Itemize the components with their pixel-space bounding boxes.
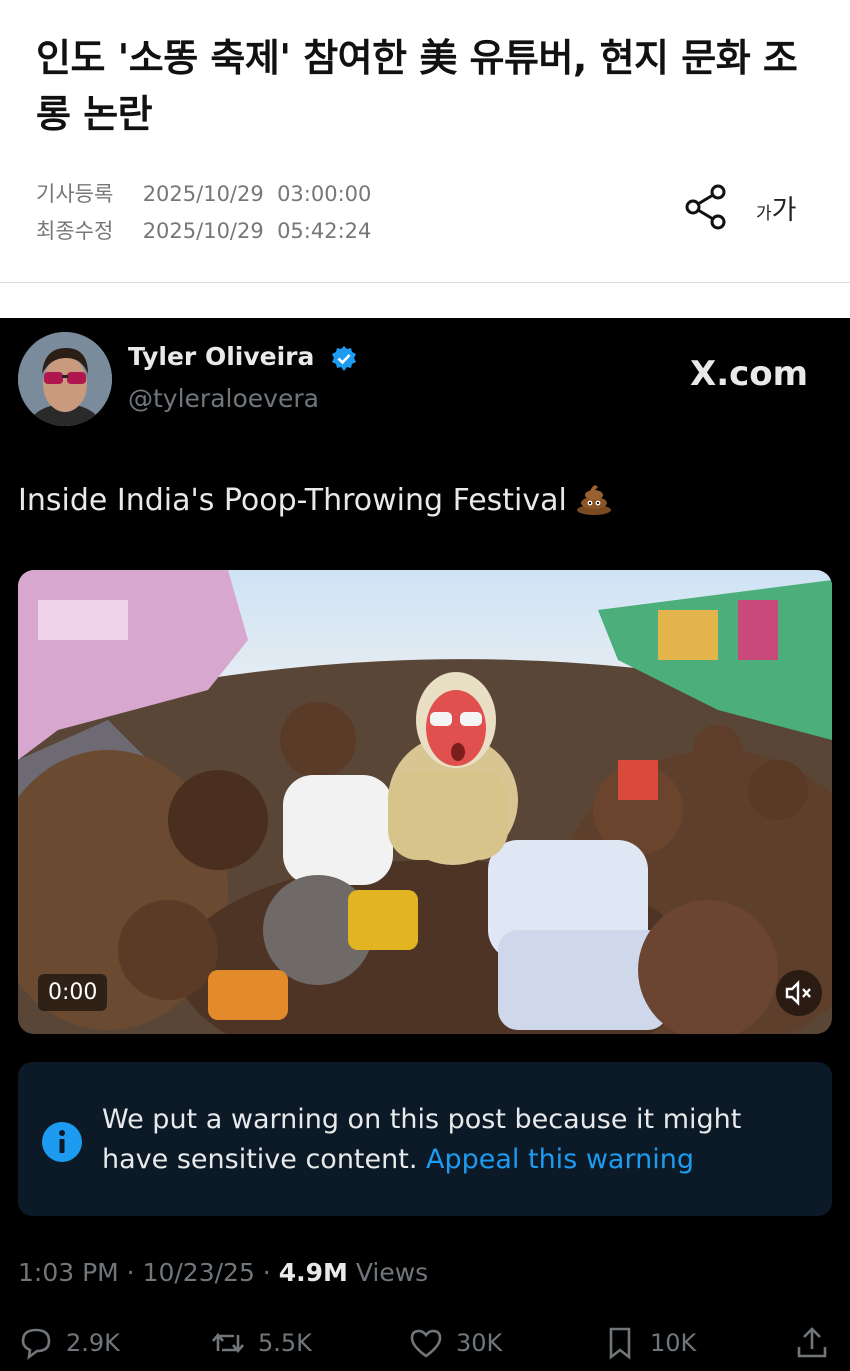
mute-button[interactable] xyxy=(776,970,822,1016)
font-size-small-glyph: 가 xyxy=(756,204,772,224)
upload-icon xyxy=(797,1327,827,1358)
tweet-timestamp[interactable]: 1:03 PM · 10/23/25 · xyxy=(18,1258,279,1287)
tweet-stats: 1:03 PM · 10/23/25 · 4.9M Views xyxy=(18,1258,428,1287)
reply-count: 2.9K xyxy=(66,1329,120,1357)
mute-icon xyxy=(785,980,811,1006)
like-count: 30K xyxy=(456,1329,503,1357)
like-button[interactable]: 30K xyxy=(408,1318,502,1368)
like-icon xyxy=(410,1329,442,1358)
views-label: Views xyxy=(347,1258,429,1287)
modified-value: 2025/10/29 05:42:24 xyxy=(142,219,372,243)
tweet-text: Inside India's Poop-Throwing Festival xyxy=(18,480,613,518)
bookmark-count: 10K xyxy=(650,1329,697,1357)
sensitive-content-warning: We put a warning on this post because it… xyxy=(18,1062,832,1216)
article-headline: 인도 '소똥 축제' 참여한 美 유튜버, 현지 문화 조롱 논란 xyxy=(36,36,798,136)
source-label: X.com xyxy=(690,354,809,394)
video-thumbnail xyxy=(18,570,832,1034)
modified-date-row: 최종수정 2025/10/29 05:42:24 xyxy=(36,215,371,245)
registered-value: 2025/10/29 03:00:00 xyxy=(142,182,372,206)
warning-text: We put a warning on this post because it… xyxy=(102,1100,802,1180)
modified-label: 최종수정 xyxy=(36,219,114,243)
registered-label: 기사등록 xyxy=(36,182,114,206)
verified-badge-icon xyxy=(332,346,356,371)
repost-icon xyxy=(212,1332,244,1354)
avatar[interactable] xyxy=(18,332,112,426)
author-handle[interactable]: @tyleraloevera xyxy=(128,384,319,413)
video-timecode: 0:00 xyxy=(38,974,108,1011)
views-count: 4.9M xyxy=(278,1258,348,1287)
info-icon xyxy=(42,1122,82,1162)
repost-count: 5.5K xyxy=(258,1329,312,1357)
tweet-card: Tyler Oliveira @tyleraloevera X.com Insi… xyxy=(0,318,850,1371)
repost-button[interactable]: 5.5K xyxy=(210,1318,312,1368)
bookmark-button[interactable]: 10K xyxy=(602,1318,696,1368)
font-size-big-glyph: 가 xyxy=(771,195,797,226)
reply-icon xyxy=(21,1328,51,1360)
video-player[interactable]: 0:00 xyxy=(18,570,832,1034)
tweet-actions: 2.9K 5.5K 30K 10K xyxy=(18,1318,838,1368)
font-size-button[interactable]: 가가 xyxy=(756,188,796,227)
appeal-warning-link[interactable]: Appeal this warning xyxy=(426,1144,694,1175)
share-icon[interactable] xyxy=(684,184,730,230)
tweet-text-content: Inside India's Poop-Throwing Festival xyxy=(18,483,567,518)
registered-date-row: 기사등록 2025/10/29 03:00:00 xyxy=(36,178,371,208)
article-header: 인도 '소똥 축제' 참여한 美 유튜버, 현지 문화 조롱 논란 기사등록 2… xyxy=(0,0,850,283)
bookmark-icon xyxy=(609,1327,631,1360)
poop-emoji-icon xyxy=(576,485,611,515)
author-name[interactable]: Tyler Oliveira xyxy=(128,342,314,371)
share-post-button[interactable] xyxy=(794,1318,830,1368)
reply-button[interactable]: 2.9K xyxy=(18,1318,120,1368)
